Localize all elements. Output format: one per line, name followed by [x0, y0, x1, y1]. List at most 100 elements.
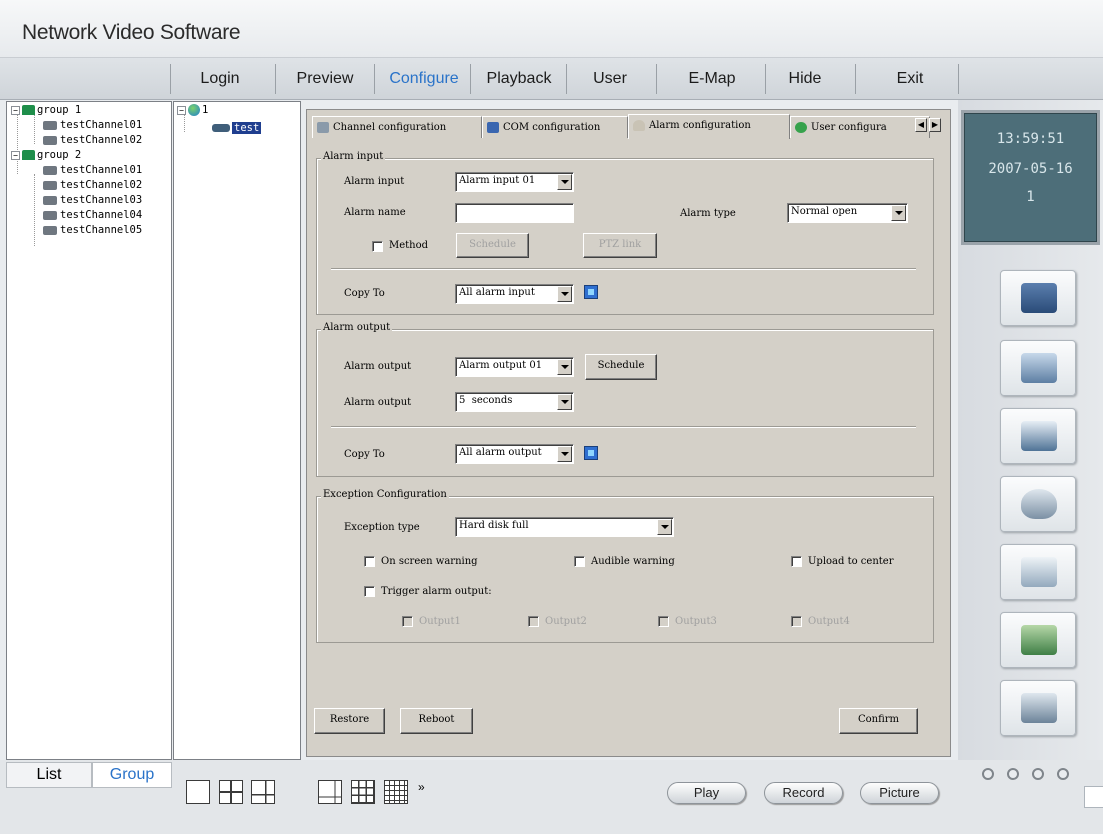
tab-user-configuration[interactable]: User configura — [790, 116, 930, 138]
record-button[interactable]: Record — [764, 782, 843, 804]
output1-label: Output1 — [419, 616, 461, 627]
reboot-button[interactable]: Reboot — [400, 708, 473, 734]
copy-to-label: Copy To — [344, 449, 385, 460]
chevron-down-icon[interactable] — [557, 174, 572, 190]
network-button[interactable] — [1000, 408, 1076, 464]
security-button[interactable] — [1000, 476, 1076, 532]
menu-hide[interactable]: Hide — [770, 58, 840, 100]
on-screen-warning-checkbox[interactable] — [364, 556, 375, 567]
tree-channel[interactable]: testChannel03 — [43, 194, 142, 206]
exception-type-label: Exception type — [344, 522, 420, 533]
alarm-name-input[interactable] — [455, 203, 574, 223]
more-layouts-icon[interactable]: » — [418, 780, 425, 794]
tree-channel-label: testChannel03 — [60, 194, 143, 206]
chevron-down-icon[interactable] — [557, 286, 572, 302]
collapse-icon[interactable]: − — [11, 150, 20, 160]
group-tab[interactable]: Group — [92, 762, 172, 788]
tab-channel-configuration[interactable]: Channel configuration — [312, 116, 482, 138]
tree-group-2[interactable]: − group 2 — [11, 149, 81, 161]
schedule-button-disabled[interactable]: Schedule — [456, 233, 529, 258]
layout-1x1-icon[interactable] — [186, 780, 210, 804]
tree-channel-label: testChannel01 — [60, 164, 143, 176]
tree-group-label: group 1 — [37, 104, 82, 116]
tree-group-label: group 2 — [37, 149, 82, 161]
alarm-output-select[interactable]: Alarm output 01 — [455, 357, 574, 377]
exception-type-select[interactable]: Hard disk full — [455, 517, 674, 537]
tree-channel[interactable]: testChannel04 — [43, 209, 142, 221]
tree-channel[interactable]: testChannel02 — [43, 179, 142, 191]
trigger-alarm-output-checkbox[interactable] — [364, 586, 375, 597]
tab-scroll-right-icon[interactable]: ▶ — [929, 118, 941, 132]
menu-login[interactable]: Login — [185, 58, 255, 100]
layout-1plus7-icon[interactable] — [318, 780, 342, 804]
tree-device-root[interactable]: −1 — [177, 104, 208, 116]
menu-emap[interactable]: E-Map — [672, 58, 752, 100]
method-checkbox[interactable] — [372, 241, 383, 252]
tree-channel[interactable]: testChannel01 — [43, 164, 142, 176]
search-button[interactable] — [1000, 544, 1076, 600]
log-button[interactable] — [1000, 680, 1076, 736]
upload-to-center-checkbox[interactable] — [791, 556, 802, 567]
menu-exit[interactable]: Exit — [875, 58, 945, 100]
map-button[interactable] — [1000, 612, 1076, 668]
confirm-button[interactable]: Confirm — [839, 708, 918, 734]
menu-separator — [170, 64, 171, 94]
chevron-down-icon[interactable] — [557, 394, 572, 410]
tree-line — [184, 114, 185, 132]
upload-to-center-label: Upload to center — [808, 556, 894, 567]
chevron-down-icon[interactable] — [657, 519, 672, 535]
menu-preview[interactable]: Preview — [285, 58, 365, 100]
menu-playback[interactable]: Playback — [476, 58, 562, 100]
menu-configure[interactable]: Configure — [380, 58, 468, 100]
ptz-link-button[interactable]: PTZ link — [583, 233, 657, 258]
picture-button[interactable]: Picture — [860, 782, 939, 804]
audible-warning-checkbox[interactable] — [574, 556, 585, 567]
copy-icon[interactable] — [584, 285, 598, 299]
layout-3x3-icon[interactable] — [351, 780, 375, 804]
output-schedule-button[interactable]: Schedule — [585, 354, 657, 380]
camera-icon — [43, 135, 57, 145]
alarm-output-duration-select[interactable]: 5 seconds — [455, 392, 574, 412]
list-tab[interactable]: List — [6, 762, 92, 788]
display-settings-button[interactable] — [1000, 340, 1076, 396]
restore-button[interactable]: Restore — [314, 708, 385, 734]
layout-2x2-icon[interactable] — [219, 780, 243, 804]
tree-device[interactable]: test — [212, 122, 262, 134]
output3-checkbox[interactable] — [658, 616, 669, 627]
collapse-icon[interactable]: − — [11, 105, 20, 115]
menu-user[interactable]: User — [575, 58, 645, 100]
output4-label: Output4 — [808, 616, 850, 627]
output4-checkbox[interactable] — [791, 616, 802, 627]
app-title: Network Video Software — [22, 21, 241, 44]
tree-channel[interactable]: testChannel05 — [43, 224, 142, 236]
layout-4x4-icon[interactable] — [384, 780, 408, 804]
play-button[interactable]: Play — [667, 782, 746, 804]
tab-alarm-configuration[interactable]: Alarm configuration — [628, 114, 790, 139]
chevron-down-icon[interactable] — [891, 205, 906, 221]
output1-checkbox[interactable] — [402, 616, 413, 627]
tree-channel[interactable]: testChannel01 — [43, 119, 142, 131]
alarm-input-select[interactable]: Alarm input 01 — [455, 172, 574, 192]
tab-com-configuration[interactable]: COM configuration — [482, 116, 628, 138]
alarm-type-select[interactable]: Normal open — [787, 203, 908, 223]
device-settings-button[interactable] — [1000, 270, 1076, 326]
menu-separator — [855, 64, 856, 94]
copy-to-alarm-input-select[interactable]: All alarm input — [455, 284, 574, 304]
clock-display: 13:59:51 2007-05-16 1 — [961, 110, 1100, 245]
chevron-down-icon[interactable] — [557, 359, 572, 375]
trigger-alarm-output-label: Trigger alarm output: — [381, 586, 492, 597]
tree-channel[interactable]: testChannel02 — [43, 134, 142, 146]
layout-1plus5-icon[interactable] — [251, 780, 275, 804]
camera-icon — [43, 180, 57, 190]
input-method-indicator-icon[interactable] — [1084, 786, 1103, 808]
tab-scroll-left-icon[interactable]: ◀ — [915, 118, 927, 132]
copy-icon[interactable] — [584, 446, 598, 460]
tree-group-1[interactable]: − group 1 — [11, 104, 81, 116]
output2-checkbox[interactable] — [528, 616, 539, 627]
document-icon — [1021, 693, 1057, 723]
collapse-icon[interactable]: − — [177, 105, 186, 115]
camera-icon — [43, 210, 57, 220]
menu-separator — [374, 64, 375, 94]
chevron-down-icon[interactable] — [557, 446, 572, 462]
copy-to-alarm-output-select[interactable]: All alarm output — [455, 444, 574, 464]
